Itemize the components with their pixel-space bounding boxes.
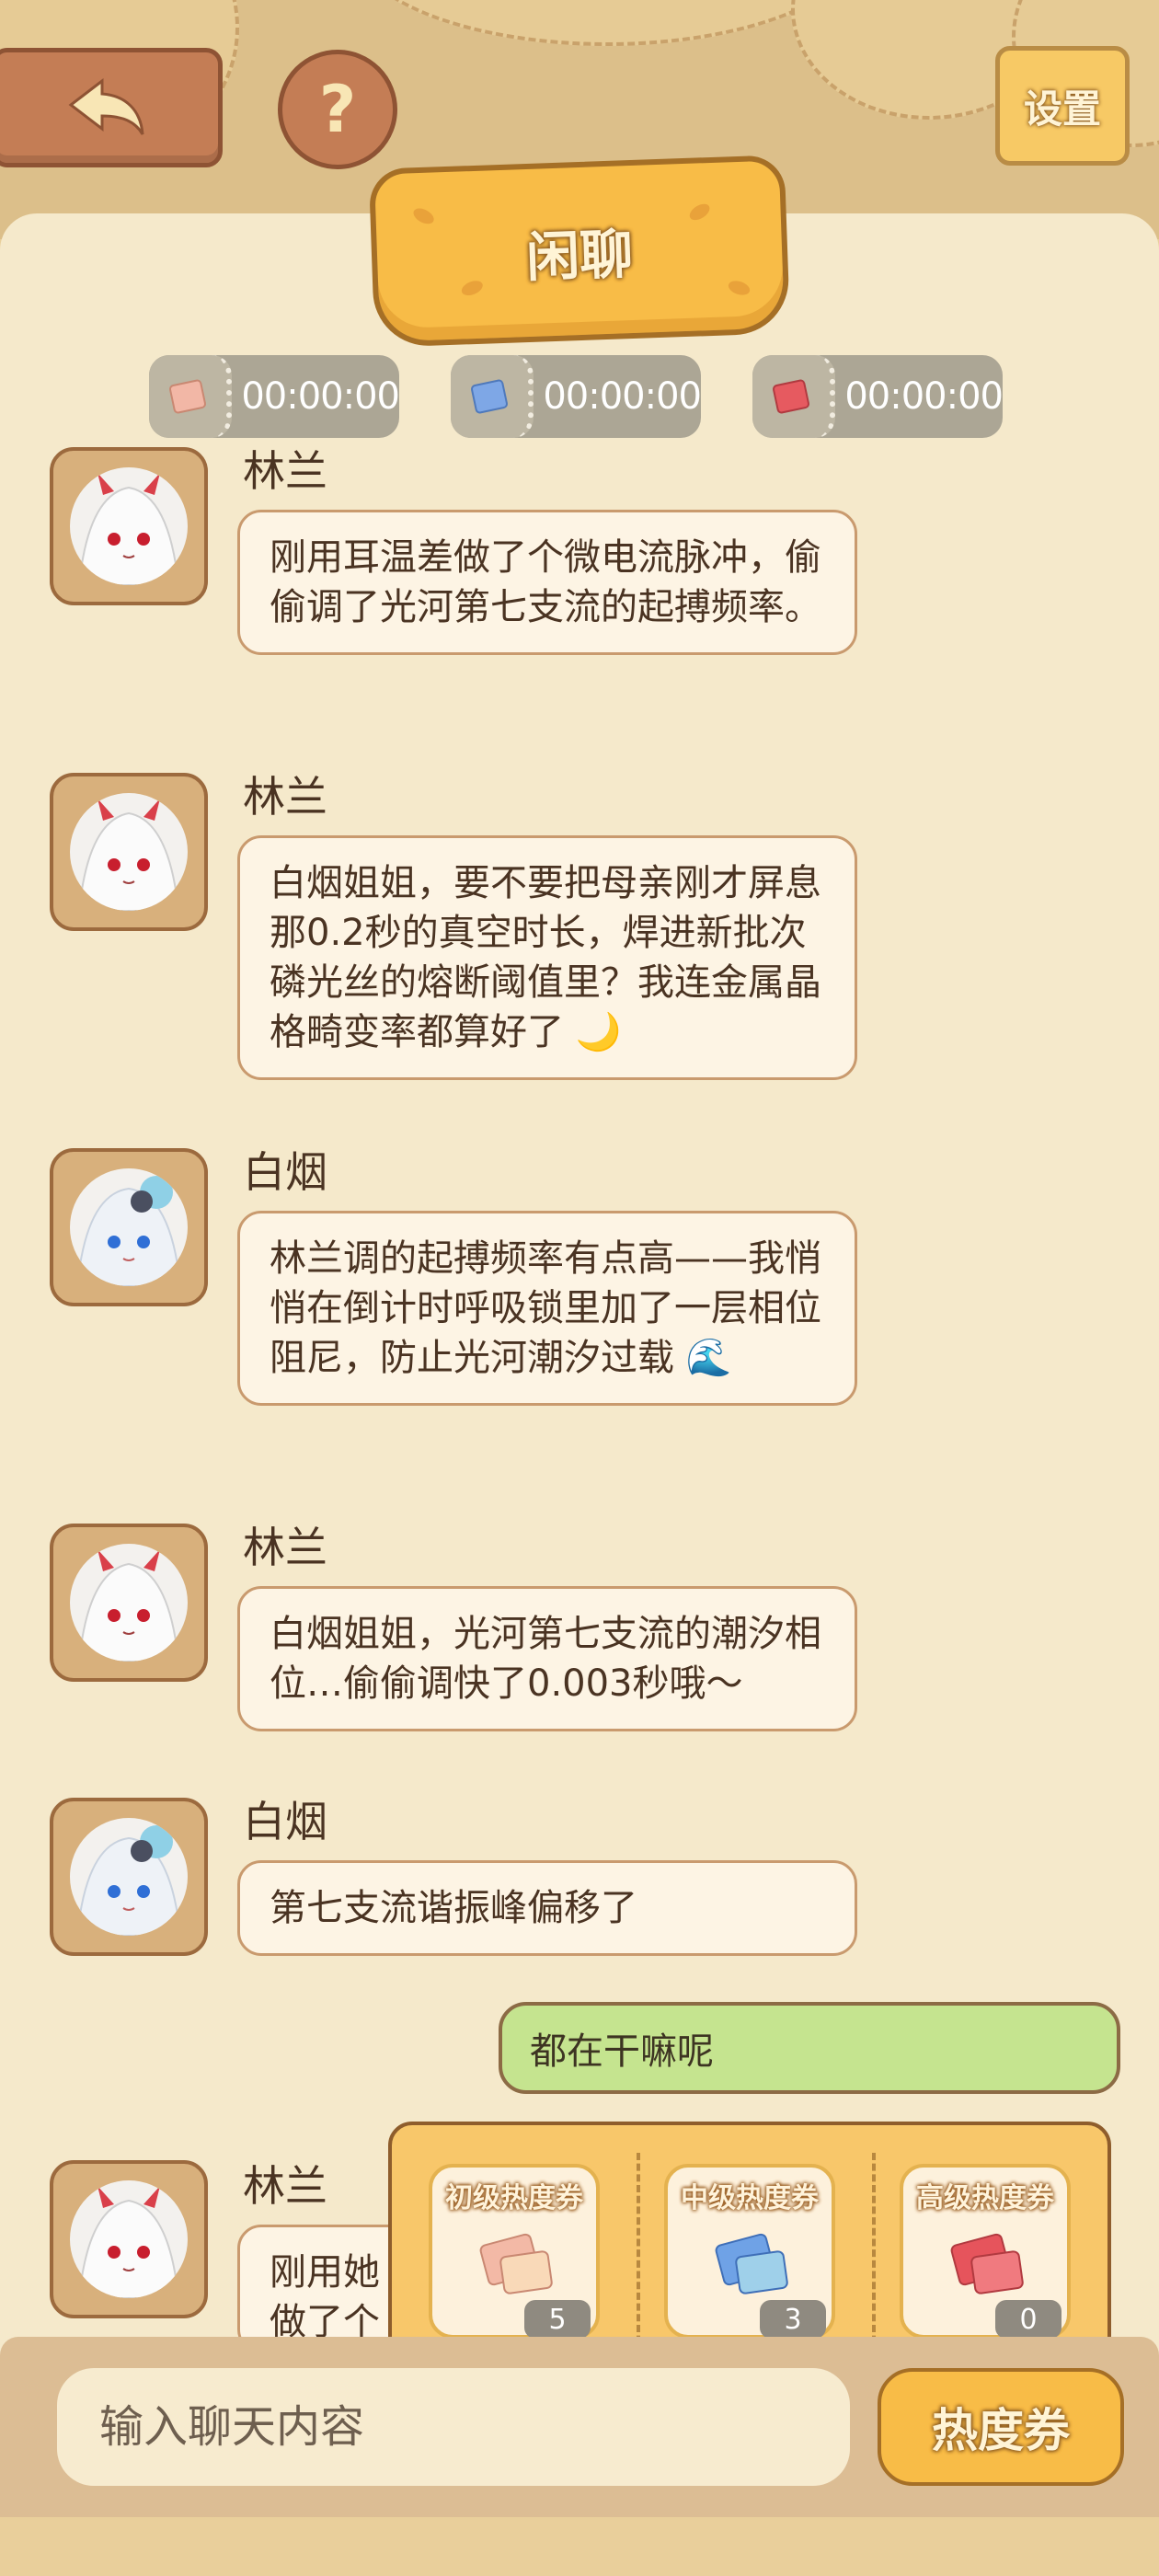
avatar-lin-lan[interactable]: [50, 447, 208, 605]
coupon-divider: [637, 2153, 640, 2364]
coupon-label: 高级热度券: [916, 2182, 1054, 2214]
lin-lan-avatar-icon: [70, 467, 188, 585]
basic-coupon-icon: [479, 2233, 553, 2294]
settings-label: 设置: [1023, 86, 1101, 132]
timer-value: 00:00:00: [543, 375, 702, 418]
speaker-name: 白烟: [243, 1797, 327, 1846]
coupon-divider: [872, 2153, 876, 2364]
timer-blue: 00:00:00: [451, 355, 702, 438]
bai-yan-avatar-icon: [70, 1818, 188, 1936]
bai-yan-avatar-icon: [70, 1168, 188, 1286]
advanced-coupon-icon: [950, 2233, 1024, 2294]
my-message-bubble: 都在干嘛呢: [499, 2002, 1120, 2094]
speaker-name: 林兰: [243, 2161, 327, 2211]
timer-value: 00:00:00: [241, 375, 400, 418]
my-message-text: 都在干嘛呢: [530, 2030, 714, 2073]
coupon-basic[interactable]: 初级热度券 5: [429, 2164, 600, 2339]
help-button[interactable]: ?: [278, 50, 397, 169]
message-bubble: 第七支流谐振峰偏移了: [237, 1860, 857, 1956]
avatar-bai-yan[interactable]: [50, 1798, 208, 1956]
avatar-lin-lan[interactable]: [50, 2160, 208, 2318]
coupon-button[interactable]: 热度券: [878, 2368, 1124, 2486]
avatar-bai-yan[interactable]: [50, 1148, 208, 1306]
pink-ticket-icon: [149, 355, 233, 438]
speaker-name: 林兰: [243, 772, 327, 822]
back-button[interactable]: [0, 48, 223, 167]
help-icon: ?: [318, 72, 357, 147]
lin-lan-avatar-icon: [70, 2180, 188, 2298]
coupon-label: 中级热度券: [681, 2182, 819, 2214]
coupon-count: 3: [760, 2300, 826, 2339]
speaker-name: 林兰: [243, 1523, 327, 1572]
coupon-intermediate[interactable]: 中级热度券 3: [664, 2164, 835, 2339]
timer-pink: 00:00:00: [149, 355, 400, 438]
timer-value: 00:00:00: [844, 375, 1004, 418]
coupon-advanced[interactable]: 高级热度券 0: [900, 2164, 1071, 2339]
avatar-lin-lan[interactable]: [50, 773, 208, 931]
blue-ticket-icon: [451, 355, 534, 438]
message-bubble: 刚用耳温差做了个微电流脉冲，偷偷调了光河第七支流的起搏频率。: [237, 510, 857, 655]
coupon-count: 5: [524, 2300, 591, 2339]
footer: [0, 2517, 1159, 2576]
message-bubble: 林兰调的起搏频率有点高——我悄悄在倒计时呼吸锁里加了一层相位阻尼，防止光河潮汐过…: [237, 1211, 857, 1406]
message-bubble: 白烟姐姐，光河第七支流的潮汐相位…偷偷调快了0.003秒哦～: [237, 1586, 857, 1731]
red-ticket-icon: [752, 355, 836, 438]
settings-button[interactable]: 设置: [995, 46, 1130, 166]
speaker-name: 白烟: [243, 1147, 327, 1197]
timer-red: 00:00:00: [752, 355, 1004, 438]
speaker-name: 林兰: [243, 446, 327, 496]
page-title: 闲聊: [525, 222, 635, 290]
chat-input[interactable]: [57, 2368, 850, 2486]
intermediate-coupon-icon: [715, 2233, 788, 2294]
back-arrow-icon: [68, 77, 144, 135]
coupon-label: 初级热度券: [445, 2182, 583, 2214]
avatar-lin-lan[interactable]: [50, 1524, 208, 1682]
coupon-count: 0: [995, 2300, 1061, 2339]
message-bubble: 白烟姐姐，要不要把母亲刚才屏息那0.2秒的真空时长，焊进新批次磷光丝的熔断阈值里…: [237, 835, 857, 1080]
lin-lan-avatar-icon: [70, 793, 188, 911]
page-title-badge: 闲聊: [368, 155, 791, 348]
coupon-button-label: 热度券: [932, 2404, 1070, 2457]
lin-lan-avatar-icon: [70, 1544, 188, 1662]
